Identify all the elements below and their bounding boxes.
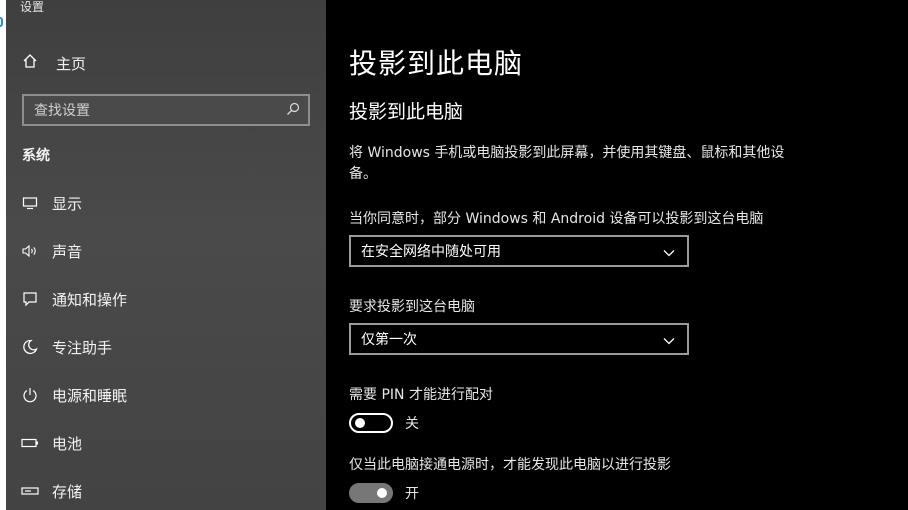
availability-dropdown[interactable]: 在安全网络中随处可用 [349,235,689,267]
section-title: 系统 [22,148,50,164]
availability-label: 当你同意时，部分 Windows 和 Android 设备可以投影到这台电脑 [349,211,764,227]
search-input[interactable]: 查找设置 [22,94,310,126]
sidebar: 设置 主页 查找设置 系统 显示 声音 通知和操作 专注助手 电源和睡眠 电池 … [6,0,326,510]
home-label: 主页 [56,54,87,73]
page-title: 投影到此电脑 [349,47,524,80]
sidebar-item-label: 显示 [52,194,83,213]
display-icon [20,193,40,213]
main-content: 投影到此电脑 投影到此电脑 将 Windows 手机或电脑投影到此屏幕，并使用其… [326,0,908,510]
sidebar-item-display[interactable]: 显示 [20,191,82,215]
pin-label: 需要 PIN 才能进行配对 [349,387,493,403]
sidebar-item-power[interactable]: 电源和睡眠 [20,383,127,407]
power-icon [20,385,40,405]
sidebar-item-label: 通知和操作 [52,290,128,309]
chevron-down-icon [663,330,675,349]
moon-icon [20,337,40,357]
toggle-knob [377,488,387,498]
edge-indicator [0,17,3,27]
availability-value: 在安全网络中随处可用 [361,244,501,260]
description-text: 将 Windows 手机或电脑投影到此屏幕，并使用其键盘、鼠标和其他设备。 [349,145,785,182]
request-value: 仅第一次 [361,332,417,348]
notification-icon [20,289,40,309]
sidebar-item-storage[interactable]: 存储 [20,479,82,503]
request-label: 要求投影到这台电脑 [349,299,475,315]
section-heading: 投影到此电脑 [349,101,464,123]
battery-icon [20,433,40,453]
pin-toggle[interactable] [349,413,393,433]
pin-toggle-row: 关 [349,413,419,433]
power-toggle-state: 开 [405,486,419,502]
power-label: 仅当此电脑接通电源时，才能发现此电脑以进行投影 [349,457,671,473]
sidebar-item-label: 声音 [52,242,83,261]
speaker-icon [20,241,40,261]
storage-icon [20,481,40,501]
pin-toggle-state: 关 [405,416,419,432]
chevron-down-icon [663,242,675,261]
sidebar-item-sound[interactable]: 声音 [20,239,82,263]
sidebar-item-battery[interactable]: 电池 [20,431,82,455]
sidebar-item-notifications[interactable]: 通知和操作 [20,287,127,311]
home-icon [22,53,38,73]
sidebar-item-focus-assist[interactable]: 专注助手 [20,335,112,359]
app-title: 设置 [20,0,45,14]
request-dropdown[interactable]: 仅第一次 [349,323,689,355]
sidebar-item-label: 电源和睡眠 [52,386,128,405]
power-toggle-row: 开 [349,483,419,503]
power-toggle[interactable] [349,483,393,503]
sidebar-item-label: 电池 [52,434,83,453]
toggle-knob [355,418,365,428]
search-placeholder: 查找设置 [34,103,90,119]
home-button[interactable]: 主页 [22,52,86,74]
sidebar-item-label: 专注助手 [52,338,113,357]
search-icon [286,101,300,120]
sidebar-item-label: 存储 [52,482,83,501]
